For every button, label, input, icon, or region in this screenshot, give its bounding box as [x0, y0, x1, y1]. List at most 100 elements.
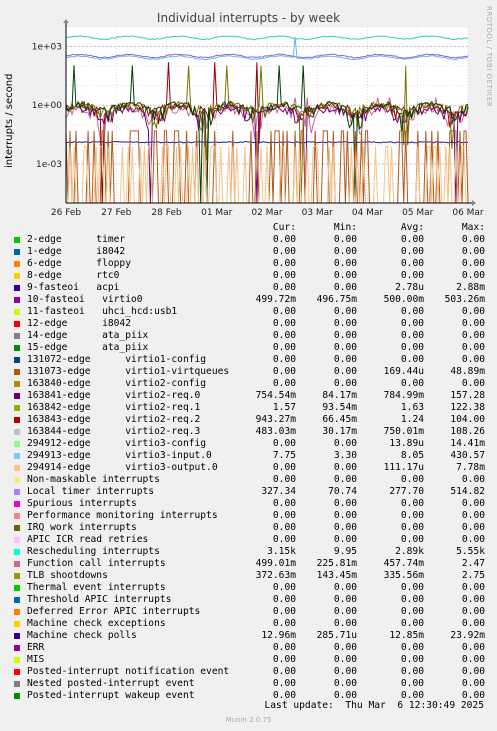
legend-max-value: 503.26m	[444, 294, 485, 305]
legend-swatch	[14, 261, 20, 267]
legend-avg-value: 0.00	[400, 378, 424, 389]
legend-max-value: 5.55k	[456, 546, 485, 557]
legend-swatch	[14, 297, 20, 303]
legend-cur-value: 0.00	[272, 534, 296, 545]
legend-swatch	[14, 381, 20, 387]
legend-max-value: 0.00	[461, 618, 485, 629]
legend-max-value: 2.88m	[456, 282, 485, 293]
legend-label: 163840-edge virtio2-config	[27, 378, 207, 389]
legend-avg-value: 0.00	[400, 522, 424, 533]
legend-row: 294912-edge virtio3-config 0.00 0.00 13.89u…	[0, 438, 497, 450]
legend-row: Performance monitoring interrupts 0.00 0.0…	[0, 510, 497, 522]
legend-max-value: 0.00	[461, 354, 485, 365]
legend-row: 131073-edge virtio1-virtqueues 0.00 0.00 16…	[0, 366, 497, 378]
legend-swatch	[14, 405, 20, 411]
legend-swatch	[14, 237, 20, 243]
legend-avg-value: 0.00	[400, 270, 424, 281]
legend-min-value: 0.00	[333, 246, 357, 257]
legend-cur-value: 0.00	[272, 642, 296, 653]
x-tick-label: 06 Mar	[452, 208, 484, 218]
legend-row: Posted-interrupt notification event 0.00 0…	[0, 666, 497, 678]
legend-max-value: 0.00	[461, 246, 485, 257]
legend-cur-value: 7.75	[272, 450, 296, 461]
legend-cur-value: 754.54m	[255, 390, 296, 401]
legend-label: 131072-edge virtio1-config	[27, 354, 207, 365]
legend-row: 131072-edge virtio1-config 0.00 0.00 0.00 0.…	[0, 354, 497, 366]
legend-label: 294912-edge virtio3-config	[27, 438, 207, 449]
legend-label: 163844-edge virtio2-req.3	[27, 426, 201, 437]
legend-label: Function call interrupts	[27, 558, 166, 569]
legend-cur-value: 0.00	[272, 618, 296, 629]
legend-label: 12-edge i8042	[27, 318, 131, 329]
legend-swatch	[14, 477, 20, 483]
legend-cur-value: 0.00	[272, 378, 296, 389]
legend-max-value: 0.00	[461, 534, 485, 545]
legend-swatch	[14, 513, 20, 519]
legend-min-value: 0.00	[333, 666, 357, 677]
legend-swatch	[14, 693, 20, 699]
legend-cur-value: 499.72m	[255, 294, 296, 305]
legend-max-value: 0.00	[461, 594, 485, 605]
legend-row: Non-maskable interrupts 0.00 0.00 0.00 0.00	[0, 474, 497, 486]
legend-avg-value: 335.56m	[383, 570, 424, 581]
column-min-header: Min:	[333, 222, 357, 233]
legend-min-value: 0.00	[333, 498, 357, 509]
legend-avg-value: 0.00	[400, 318, 424, 329]
legend-cur-value: 0.00	[272, 246, 296, 257]
legend-min-value: 0.00	[333, 234, 357, 245]
legend-row: TLB shootdowns 372.63m 143.45m 335.56m 2.75	[0, 570, 497, 582]
legend-cur-value: 0.00	[272, 366, 296, 377]
legend-cur-value: 3.15k	[267, 546, 296, 557]
legend-swatch	[14, 669, 20, 675]
legend-label: 2-edge timer	[27, 234, 126, 245]
legend-cur-value: 1.57	[272, 402, 296, 413]
legend-row: 163844-edge virtio2-req.3 483.03m 30.17m 75…	[0, 426, 497, 438]
legend-max-value: 0.00	[461, 510, 485, 521]
legend-avg-value: 0.00	[400, 330, 424, 341]
x-tick-label: 28 Feb	[151, 208, 182, 218]
legend-swatch	[14, 561, 20, 567]
legend-min-value: 84.17m	[322, 390, 357, 401]
legend-avg-value: 12.85m	[389, 630, 424, 641]
legend-max-value: 2.75	[461, 570, 485, 581]
x-tick-label: 05 Mar	[402, 208, 434, 218]
legend-max-value: 0.00	[461, 318, 485, 329]
legend-max-value: 514.82	[450, 486, 485, 497]
legend-label: Local timer interrupts	[27, 486, 155, 497]
legend-max-value: 157.28	[450, 390, 485, 401]
legend-avg-value: 0.00	[400, 582, 424, 593]
legend-max-value: 0.00	[461, 678, 485, 689]
legend-avg-value: 0.00	[400, 354, 424, 365]
legend-min-value: 0.00	[333, 438, 357, 449]
legend-swatch	[14, 645, 20, 651]
legend-max-value: 430.57	[450, 450, 485, 461]
legend-min-value: 0.00	[333, 462, 357, 473]
legend-label: Posted-interrupt notification event	[27, 666, 230, 677]
legend-row: 294914-edge virtio3-output.0 0.00 0.00 111.…	[0, 462, 497, 474]
legend-swatch	[14, 501, 20, 507]
legend-swatch	[14, 309, 20, 315]
legend-row: 163842-edge virtio2-req.1 1.57 93.54m 1.63 1…	[0, 402, 497, 414]
legend-row: Rescheduling interrupts 3.15k 9.95 2.89k 5.5…	[0, 546, 497, 558]
legend-row: 6-edge floppy 0.00 0.00 0.00 0.00	[0, 258, 497, 270]
legend-max-value: 0.00	[461, 258, 485, 269]
legend-max-value: 14.41m	[450, 438, 485, 449]
legend-avg-value: 0.00	[400, 594, 424, 605]
legend-max-value: 0.00	[461, 342, 485, 353]
legend-row: Nested posted-interrupt event 0.00 0.00 0.0…	[0, 678, 497, 690]
legend-row: 163841-edge virtio2-req.0 754.54m 84.17m 78…	[0, 390, 497, 402]
legend-swatch	[14, 573, 20, 579]
legend-label: Thermal event interrupts	[27, 582, 166, 593]
x-tick-label: 02 Mar	[251, 208, 283, 218]
legend-swatch	[14, 417, 20, 423]
legend-swatch	[14, 657, 20, 663]
legend-row: 10-fasteoi virtio0 499.72m 496.75m 500.00m 5…	[0, 294, 497, 306]
legend-swatch	[14, 633, 20, 639]
legend-swatch	[14, 525, 20, 531]
legend-min-value: 0.00	[333, 654, 357, 665]
legend-row: Machine check exceptions 0.00 0.00 0.00 0.00	[0, 618, 497, 630]
legend-min-value: 0.00	[333, 522, 357, 533]
x-tick-label: 01 Mar	[201, 208, 233, 218]
legend-avg-value: 457.74m	[383, 558, 424, 569]
legend-cur-value: 0.00	[272, 462, 296, 473]
